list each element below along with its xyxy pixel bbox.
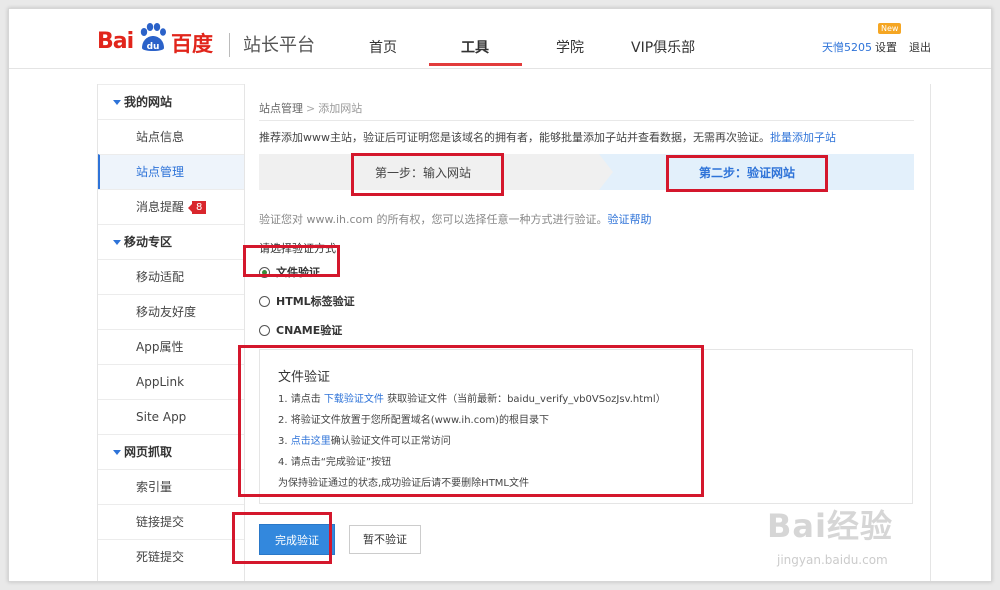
sidebar-group-crawl[interactable]: 网页抓取 xyxy=(98,434,244,469)
breadcrumb: 站点管理 > 添加网站 xyxy=(259,100,362,116)
sidebar-item-app-attribute[interactable]: App属性 xyxy=(98,329,244,364)
breadcrumb-parent[interactable]: 站点管理 xyxy=(259,102,303,115)
radio-unchecked-icon[interactable] xyxy=(259,295,270,307)
sidebar-item-label: 站点信息 xyxy=(136,130,185,144)
caret-down-icon xyxy=(113,240,121,245)
divider xyxy=(259,120,914,121)
sidebar-group-my-sites[interactable]: 我的网站 xyxy=(98,84,244,119)
nav-active-underline xyxy=(429,63,522,66)
batch-add-subsite-link[interactable]: 批量添加子站 xyxy=(770,131,836,144)
logo-text-baidu-cn: 百度 xyxy=(171,32,213,56)
radio-unchecked-icon[interactable] xyxy=(259,324,270,336)
logout-link[interactable]: 退出 xyxy=(909,39,931,55)
sidebar-item-applink[interactable]: AppLink xyxy=(98,364,244,399)
nav-vip-club[interactable]: VIP俱乐部 xyxy=(631,37,695,57)
step-arrow xyxy=(599,154,613,190)
sidebar-group-label: 网页抓取 xyxy=(124,445,173,459)
settings-link[interactable]: 设置 xyxy=(875,39,897,55)
sidebar-item-label: 消息提醒 xyxy=(136,200,185,214)
sidebar: 我的网站 站点信息 站点管理 消息提醒 8 移动专区 移动适配 移动友好度 Ap… xyxy=(97,84,245,581)
sidebar-item-index-volume[interactable]: 索引量 xyxy=(98,469,244,504)
verify-help-link[interactable]: 验证帮助 xyxy=(608,213,652,226)
sidebar-item-label: Site App xyxy=(136,410,187,424)
sidebar-item-dead-link-submit[interactable]: 死链提交 xyxy=(98,539,244,574)
logo-divider xyxy=(229,33,230,57)
annotation-box-instructions xyxy=(238,345,704,497)
sidebar-item-link-submit[interactable]: 链接提交 xyxy=(98,504,244,539)
baidu-logo[interactable]: Bai du 百度 xyxy=(97,21,227,57)
sidebar-group-label: 移动专区 xyxy=(124,235,173,249)
sidebar-item-site-app[interactable]: Site App xyxy=(98,399,244,434)
method-cname-option[interactable]: CNAME验证 xyxy=(259,323,342,339)
annotation-box-file-verify xyxy=(243,245,340,277)
nav-tools[interactable]: 工具 xyxy=(461,37,489,57)
logo-text-du: du xyxy=(147,42,160,52)
verify-description-text: 验证您对 www.ih.com 的所有权，您可以选择任意一种方式进行验证。 xyxy=(259,213,608,226)
breadcrumb-current: 添加网站 xyxy=(318,102,363,115)
sidebar-item-label: 链接提交 xyxy=(136,515,185,529)
verify-description: 验证您对 www.ih.com 的所有权，您可以选择任意一种方式进行验证。验证帮… xyxy=(259,211,652,227)
tip-text: 推荐添加www主站，验证后可证明您是该域名的拥有者，能够批量添加子站并查看数据，… xyxy=(259,131,770,144)
top-header: Bai du 百度 站长平台 首页 工具 学院 VIP俱乐部 天憎5205 Ne… xyxy=(9,9,991,69)
baidu-paw-icon: du xyxy=(140,23,166,52)
sidebar-item-label: 站点管理 xyxy=(136,165,185,179)
annotation-box-step2 xyxy=(666,155,828,192)
sidebar-item-label: 移动友好度 xyxy=(136,305,197,319)
sidebar-item-mobile-friendly[interactable]: 移动友好度 xyxy=(98,294,244,329)
message-count-badge: 8 xyxy=(187,201,207,214)
logo-text-bai: Bai xyxy=(97,29,134,54)
nav-home[interactable]: 首页 xyxy=(369,37,397,57)
username-link[interactable]: 天憎5205 xyxy=(822,39,872,55)
method-label: CNAME验证 xyxy=(276,324,343,337)
annotation-box-step1 xyxy=(351,153,504,196)
nav-academy[interactable]: 学院 xyxy=(556,37,584,57)
caret-down-icon xyxy=(113,450,121,455)
sidebar-group-label: 我的网站 xyxy=(124,95,173,109)
sidebar-group-mobile[interactable]: 移动专区 xyxy=(98,224,244,259)
sidebar-item-label: App属性 xyxy=(136,340,184,354)
window-frame: Bai du 百度 站长平台 首页 工具 学院 VIP俱乐部 天憎5205 Ne… xyxy=(8,8,992,582)
sidebar-item-label: 死链提交 xyxy=(136,550,185,564)
sidebar-item-site-management[interactable]: 站点管理 xyxy=(98,154,244,189)
watermark-text: Bai经验 xyxy=(767,507,893,545)
skip-verify-button[interactable]: 暂不验证 xyxy=(349,525,421,554)
watermark-url: jingyan.baidu.com xyxy=(777,553,888,567)
new-badge: New xyxy=(878,23,902,34)
sidebar-item-label: 移动适配 xyxy=(136,270,185,284)
sidebar-item-label: 索引量 xyxy=(136,480,173,494)
sidebar-item-site-info[interactable]: 站点信息 xyxy=(98,119,244,154)
add-site-tip: 推荐添加www主站，验证后可证明您是该域名的拥有者，能够批量添加子站并查看数据，… xyxy=(259,129,836,145)
method-label: HTML标签验证 xyxy=(276,295,355,308)
caret-down-icon xyxy=(113,100,121,105)
sidebar-item-messages[interactable]: 消息提醒 8 xyxy=(98,189,244,224)
method-html-tag-option[interactable]: HTML标签验证 xyxy=(259,294,355,310)
annotation-box-done-button xyxy=(232,512,332,564)
sidebar-item-label: AppLink xyxy=(136,375,185,389)
sidebar-item-mobile-adapt[interactable]: 移动适配 xyxy=(98,259,244,294)
site-title: 站长平台 xyxy=(243,35,315,56)
breadcrumb-separator: > xyxy=(306,102,316,115)
